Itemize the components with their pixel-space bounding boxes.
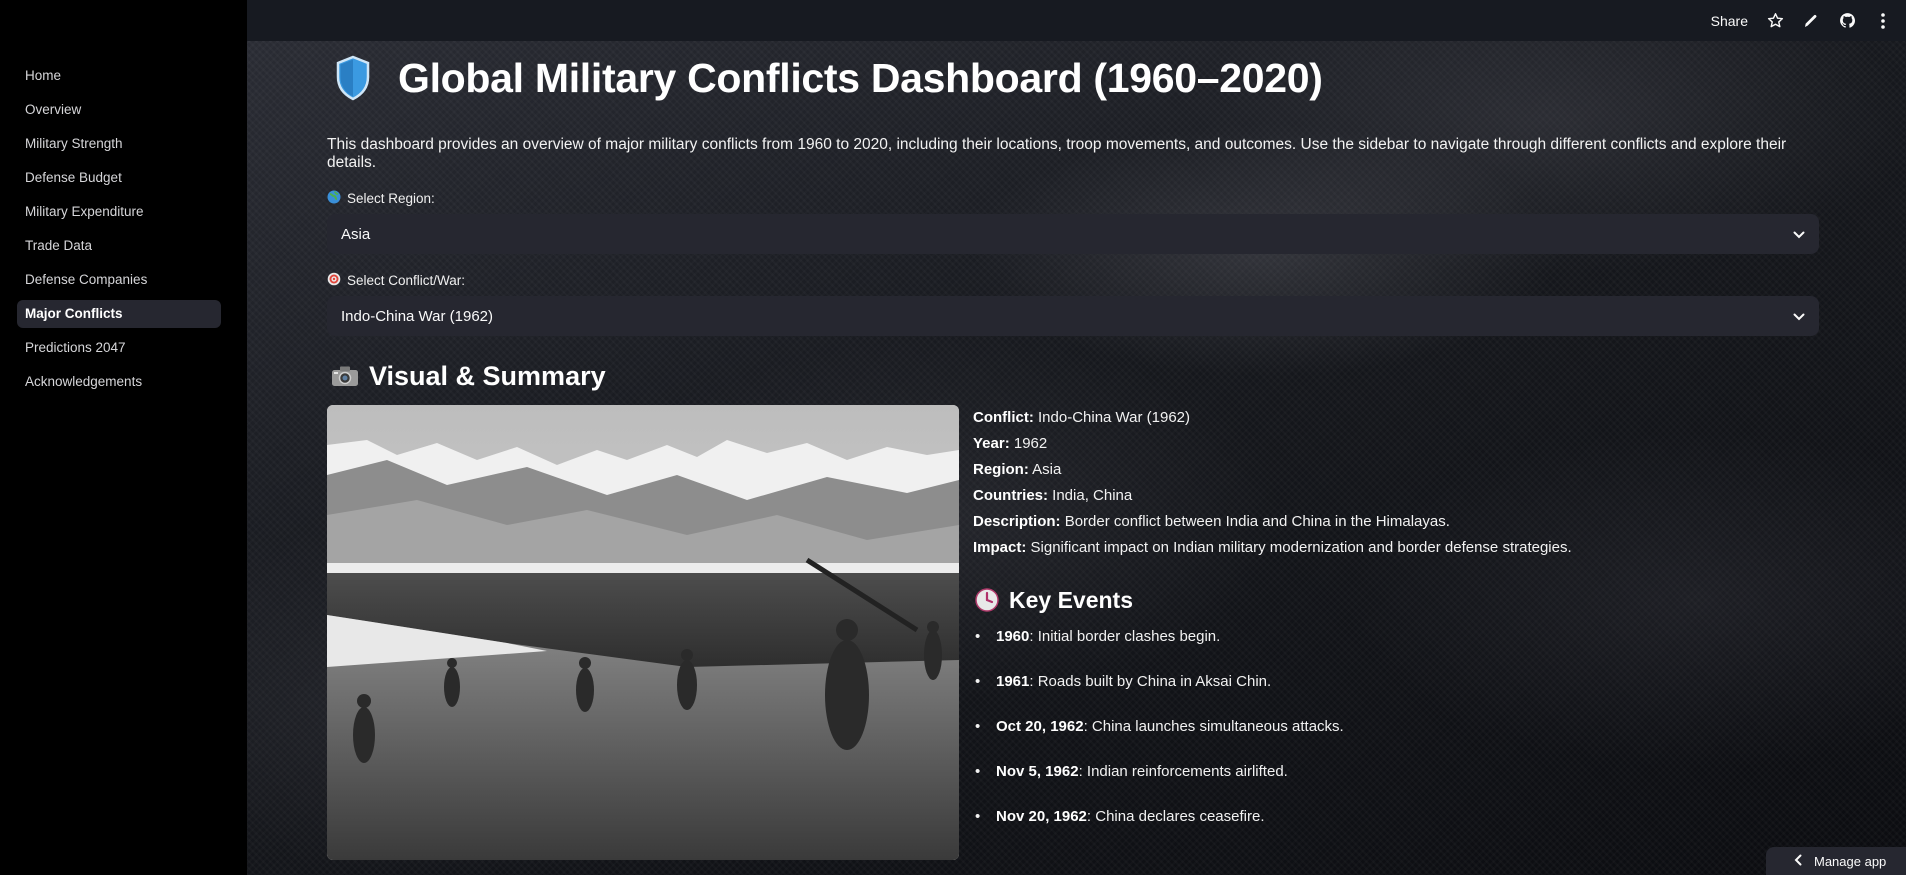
detail-region-label: Region:: [973, 461, 1029, 478]
github-icon[interactable]: [1838, 12, 1856, 30]
list-item: 1960: Initial border clashes begin.: [973, 625, 1819, 649]
sidebar-item-military-expenditure[interactable]: Military Expenditure: [17, 198, 221, 226]
event-date: 1960: [996, 628, 1030, 645]
camera-icon: [331, 365, 359, 387]
detail-conflict: Conflict: Indo-China War (1962): [973, 405, 1819, 431]
conflict-photo: [327, 405, 959, 860]
globe-icon: [327, 190, 341, 207]
sidebar: Home Overview Military Strength Defense …: [0, 0, 247, 875]
detail-region-value: Asia: [1032, 461, 1062, 478]
star-icon[interactable]: [1766, 12, 1784, 30]
event-text: : Roads built by China in Aksai Chin.: [1029, 673, 1272, 690]
region-filter: Select Region: Asia: [327, 190, 1819, 254]
event-text: : China declares ceasefire.: [1086, 808, 1265, 825]
detail-description: Description: Border conflict between Ind…: [973, 509, 1819, 535]
detail-countries-value: India, China: [1052, 487, 1133, 504]
conflict-select-value: Indo-China War (1962): [341, 307, 494, 325]
conflict-select[interactable]: Indo-China War (1962): [327, 296, 1819, 336]
manage-app-button[interactable]: Manage app: [1766, 847, 1906, 875]
visual-summary-heading: Visual & Summary: [327, 358, 1819, 394]
page-content: Global Military Conflicts Dashboard (196…: [327, 41, 1819, 860]
page-header: Global Military Conflicts Dashboard (196…: [327, 51, 1819, 105]
detail-countries: Countries: India, China: [973, 483, 1819, 509]
share-button[interactable]: Share: [1711, 13, 1748, 29]
detail-year-label: Year:: [973, 435, 1010, 452]
conflict-filter: Select Conflict/War: Indo-China War (196…: [327, 272, 1819, 336]
sidebar-item-overview[interactable]: Overview: [17, 96, 221, 124]
sidebar-item-major-conflicts[interactable]: Major Conflicts: [17, 300, 221, 328]
region-select[interactable]: Asia: [327, 214, 1819, 254]
detail-impact: Impact: Significant impact on Indian mil…: [973, 535, 1819, 561]
key-events-heading: Key Events: [973, 583, 1819, 617]
list-item: Oct 20, 1962: China launches simultaneou…: [973, 715, 1819, 739]
detail-conflict-label: Conflict:: [973, 409, 1034, 426]
pencil-icon[interactable]: [1802, 12, 1820, 30]
sidebar-item-acknowledgements[interactable]: Acknowledgements: [17, 368, 221, 396]
page-intro: This dashboard provides an overview of m…: [327, 136, 1787, 171]
sidebar-item-trade-data[interactable]: Trade Data: [17, 232, 221, 260]
sidebar-item-defense-companies[interactable]: Defense Companies: [17, 266, 221, 294]
event-date: Nov 20, 1962: [996, 808, 1087, 825]
sidebar-item-home[interactable]: Home: [17, 62, 221, 90]
chevron-left-icon: [1794, 854, 1802, 869]
detail-impact-label: Impact:: [973, 539, 1027, 556]
conflict-details: Conflict: Indo-China War (1962) Year: 19…: [973, 405, 1819, 850]
detail-year-value: 1962: [1013, 435, 1048, 452]
detail-region: Region: Asia: [973, 457, 1819, 483]
main-area: Share Global Military Conflicts Dashboar…: [247, 0, 1906, 875]
list-item: 1961: Roads built by China in Aksai Chin…: [973, 670, 1819, 694]
key-events-title: Key Events: [1009, 586, 1134, 613]
detail-year: Year: 1962: [973, 431, 1819, 457]
event-date: Nov 5, 1962: [996, 763, 1079, 780]
detail-conflict-value: Indo-China War (1962): [1038, 409, 1191, 426]
manage-app-label: Manage app: [1814, 853, 1887, 869]
more-vertical-icon[interactable]: [1874, 12, 1892, 30]
detail-description-value: Border conflict between India and China …: [1064, 513, 1450, 530]
key-events-list: 1960: Initial border clashes begin. 1961…: [973, 625, 1819, 829]
event-date: 1961: [996, 673, 1030, 690]
list-item: Nov 5, 1962: Indian reinforcements airli…: [973, 760, 1819, 784]
chevron-down-icon: [1793, 226, 1805, 243]
event-text: : Initial border clashes begin.: [1029, 628, 1221, 645]
detail-impact-value: Significant impact on Indian military mo…: [1030, 539, 1572, 556]
conflict-label-row: Select Conflict/War:: [327, 272, 1819, 289]
conflict-label: Select Conflict/War:: [347, 273, 466, 288]
sidebar-item-predictions-2047[interactable]: Predictions 2047: [17, 334, 221, 362]
chevron-down-icon: [1793, 308, 1805, 325]
list-item: Nov 20, 1962: China declares ceasefire.: [973, 805, 1819, 829]
event-text: : Indian reinforcements airlifted.: [1078, 763, 1288, 780]
sidebar-item-defense-budget[interactable]: Defense Budget: [17, 164, 221, 192]
sidebar-item-military-strength[interactable]: Military Strength: [17, 130, 221, 158]
event-date: Oct 20, 1962: [996, 718, 1084, 735]
target-icon: [327, 272, 341, 289]
shield-icon: [335, 55, 379, 101]
region-label-row: Select Region:: [327, 190, 1819, 207]
region-select-value: Asia: [341, 225, 371, 243]
page-title: Global Military Conflicts Dashboard (196…: [398, 54, 1323, 101]
detail-countries-label: Countries:: [973, 487, 1048, 504]
region-label: Select Region:: [347, 191, 435, 206]
clock-icon: [975, 588, 999, 612]
event-text: : China launches simultaneous attacks.: [1083, 718, 1344, 735]
detail-description-label: Description:: [973, 513, 1061, 530]
top-toolbar: Share: [247, 0, 1906, 41]
visual-summary-title: Visual & Summary: [369, 360, 606, 391]
